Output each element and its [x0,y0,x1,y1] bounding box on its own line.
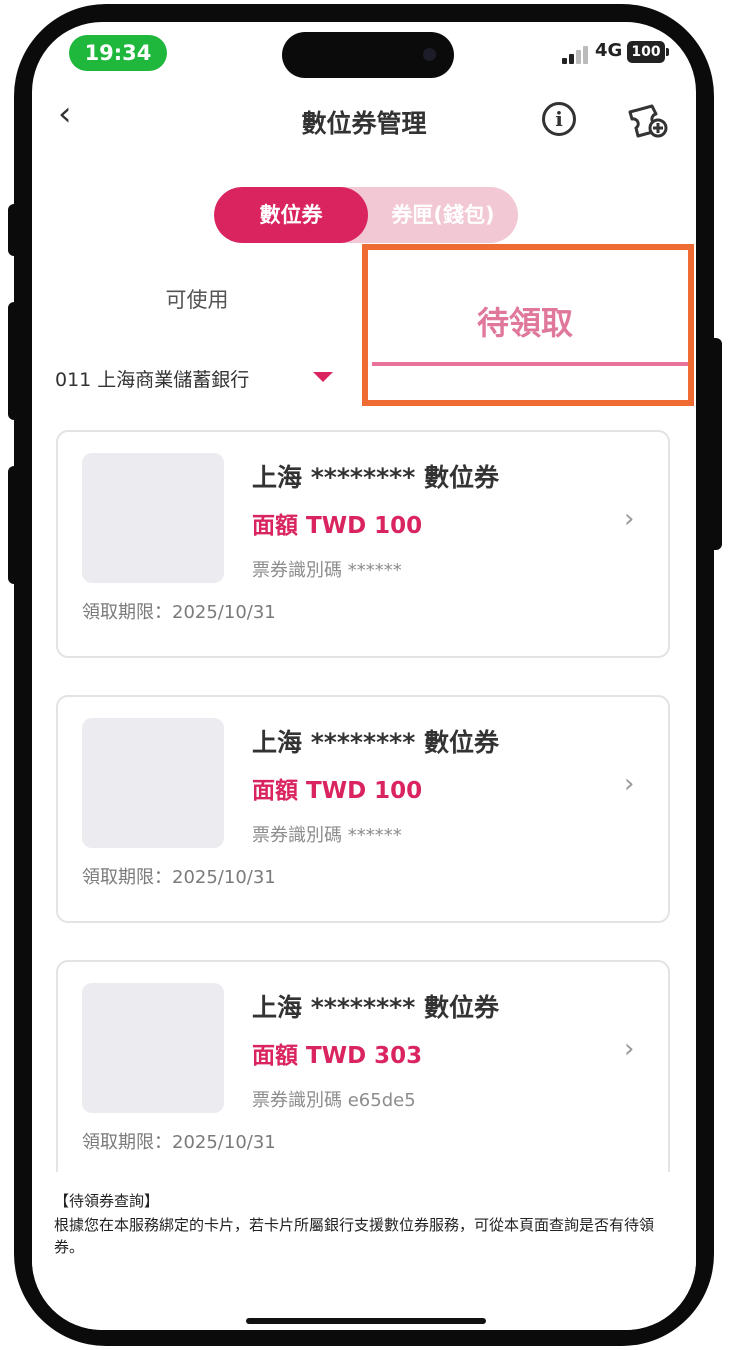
notice-body: 根據您在本服務綁定的卡片，若卡片所屬銀行支援數位券服務，可從本頁面查詢是否有待領… [54,1216,655,1256]
segment-wallet[interactable]: 券匣(錢包) [368,187,518,243]
coupon-thumbnail [82,983,224,1113]
chevron-right-icon[interactable]: › [624,504,634,534]
battery-icon: 100 [627,41,669,63]
signal-icon [562,44,592,64]
coupon-thumbnail [82,453,224,583]
phone-side-button [8,204,22,256]
segment-control: 數位券 券匣(錢包) [214,187,518,243]
coupon-deadline: 領取期限：2025/10/31 [82,602,276,623]
home-indicator[interactable] [246,1318,486,1324]
coupon-id: 票券識別碼 e65de5 [252,1090,416,1111]
notice-title: 【待領券查詢】 [54,1192,160,1210]
info-icon[interactable]: i [542,102,576,136]
bank-selector[interactable]: 011 上海商業儲蓄銀行 [55,365,249,392]
highlight-box [362,244,694,406]
coupon-deadline: 領取期限：2025/10/31 [82,1132,276,1153]
chevron-right-icon[interactable]: › [624,769,634,799]
segment-coupons[interactable]: 數位券 [214,187,368,243]
coupon-thumbnail [82,718,224,848]
page-title: 數位券管理 [301,109,427,138]
status-time: 19:34 [69,35,167,71]
coupon-card[interactable]: 上海 ******** 數位券 面額 TWD 100 票券識別碼 ****** … [56,695,670,923]
tab-available[interactable]: 可使用 [72,284,322,314]
coupon-id: 票券識別碼 ****** [252,825,402,846]
coupon-id: 票券識別碼 ****** [252,560,402,581]
notice-panel: 【待領券查詢】 根據您在本服務綁定的卡片，若卡片所屬銀行支援數位券服務，可從本頁… [32,1172,696,1330]
coupon-card[interactable]: 上海 ******** 數位券 面額 TWD 303 票券識別碼 e65de5 … [56,960,670,1188]
coupon-amount: 面額 TWD 100 [252,513,423,539]
dynamic-island [282,32,454,78]
camera-dot [423,48,436,61]
phone-side-button [708,338,722,550]
screen: 19:34 4G 100 ‹ 數位券管理 i 數位券 券匣(錢包) 可使用 待領… [32,22,696,1330]
caret-down-icon[interactable] [313,372,333,382]
coupon-add-icon[interactable] [626,102,670,140]
phone-side-button [8,302,22,420]
coupon-card[interactable]: 上海 ******** 數位券 面額 TWD 100 票券識別碼 ****** … [56,430,670,658]
coupon-amount: 面額 TWD 100 [252,778,423,804]
coupon-title: 上海 ******** 數位券 [252,463,499,492]
chevron-right-icon[interactable]: › [624,1034,634,1064]
coupon-title: 上海 ******** 數位券 [252,728,499,757]
phone-side-button [8,466,22,584]
coupon-title: 上海 ******** 數位券 [252,993,499,1022]
coupon-amount: 面額 TWD 303 [252,1043,423,1069]
coupon-deadline: 領取期限：2025/10/31 [82,867,276,888]
network-type: 4G [595,40,623,61]
